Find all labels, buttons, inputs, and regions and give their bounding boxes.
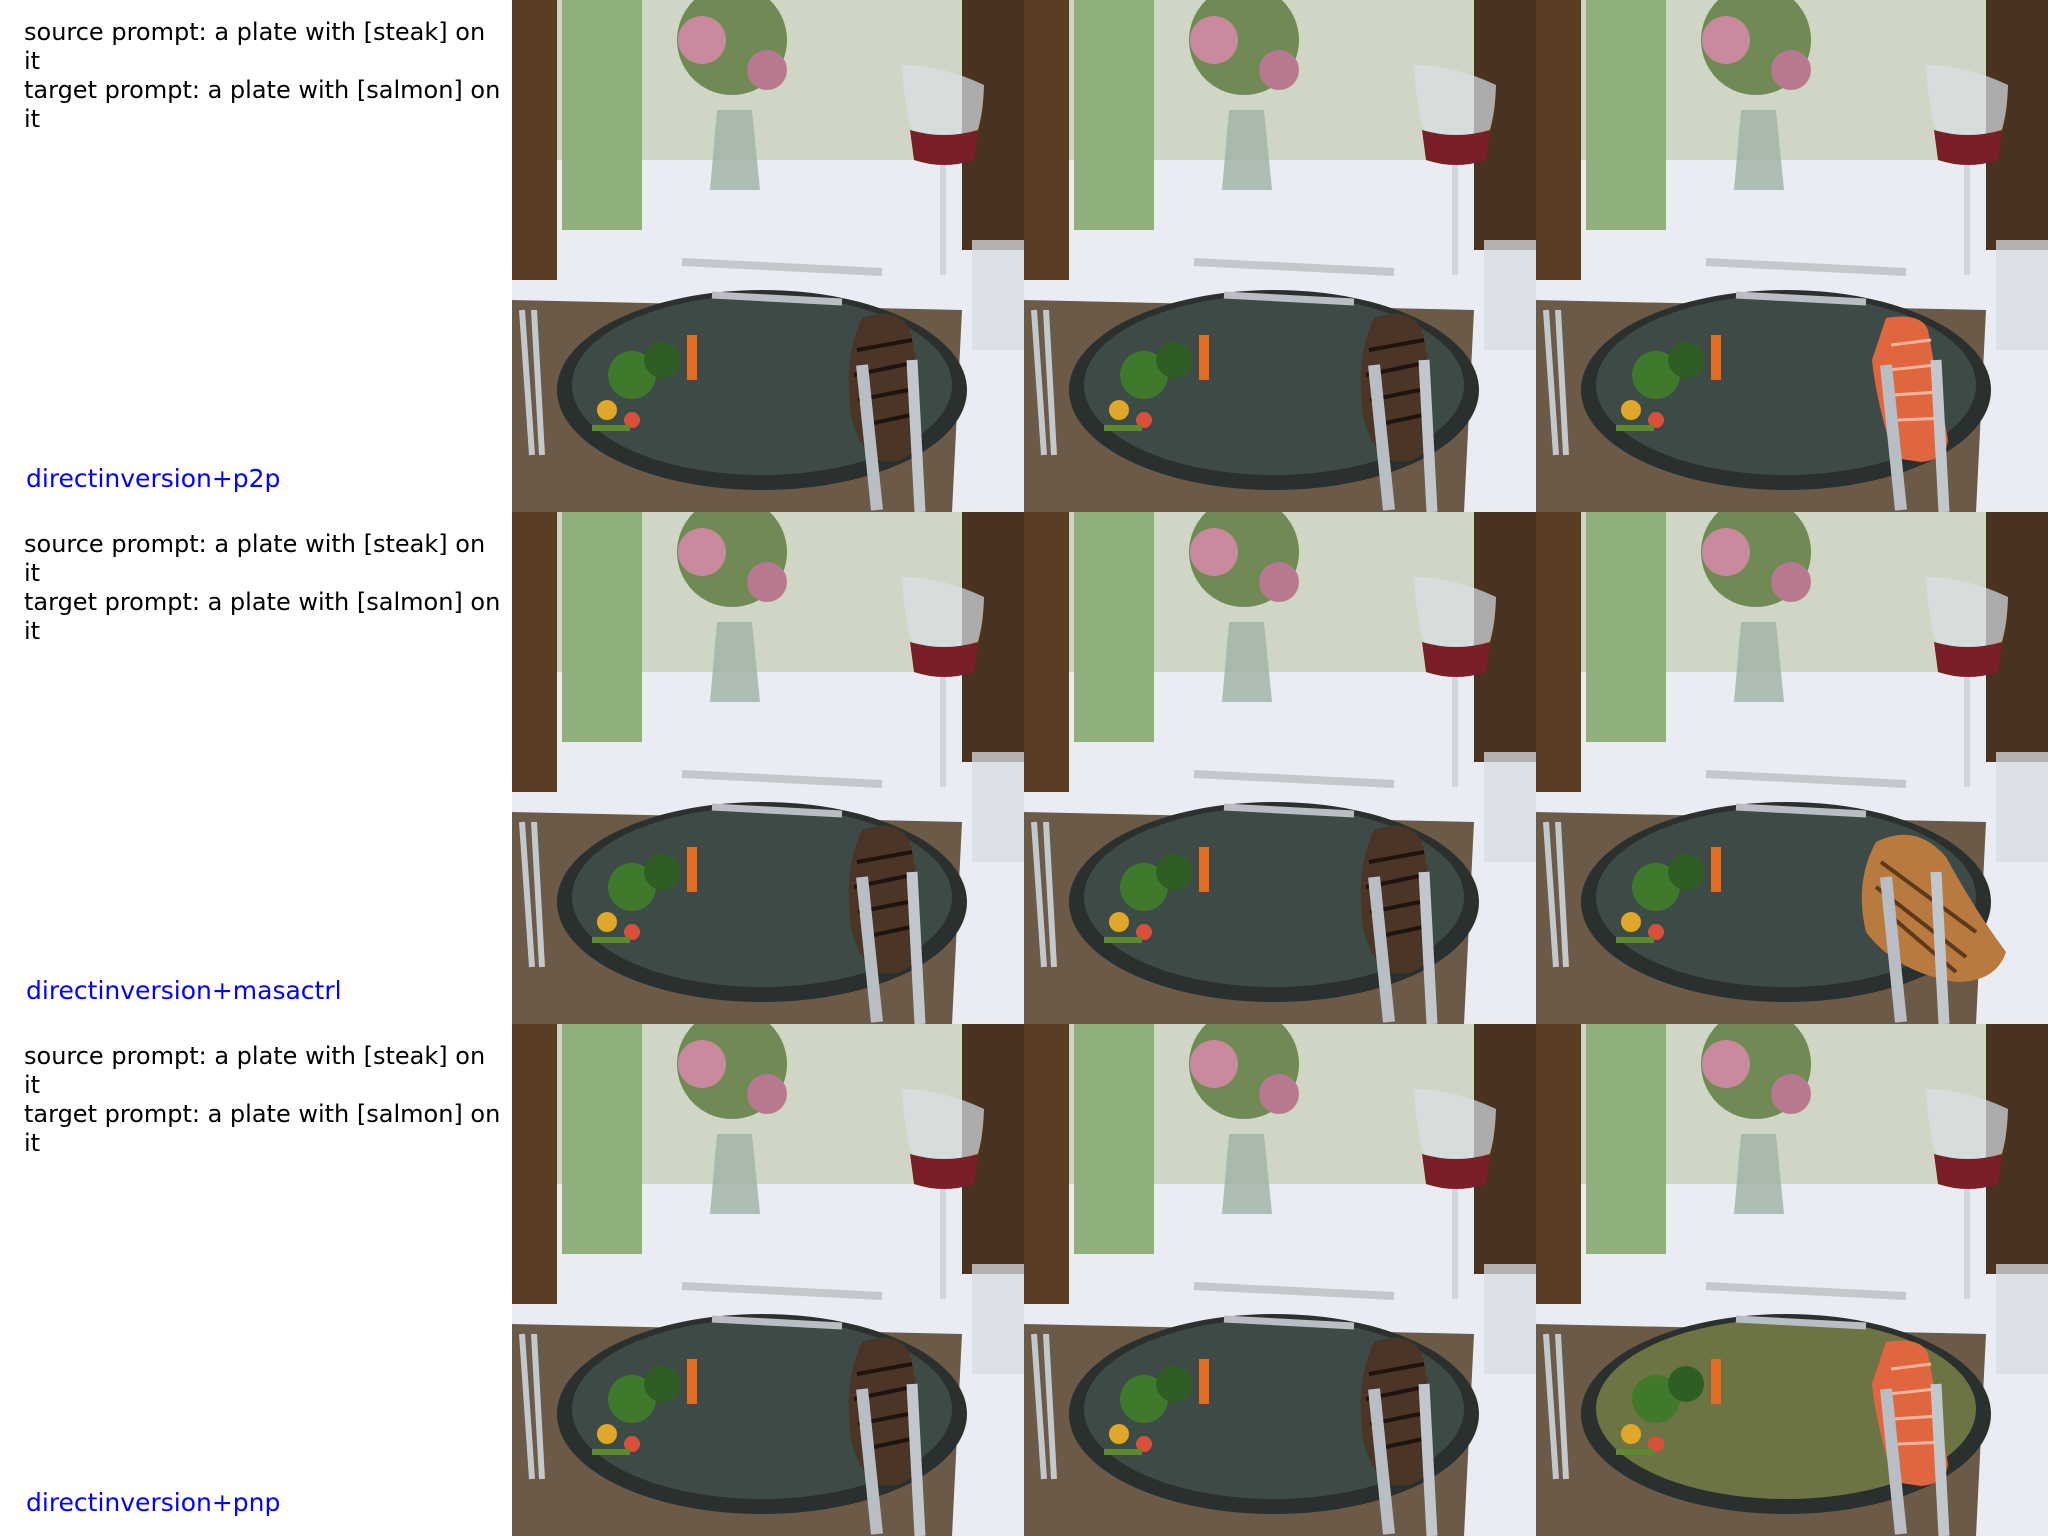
prompt-block: source prompt: a plate with [steak] on i… xyxy=(24,18,508,134)
photo-graphic xyxy=(1536,512,2048,1024)
reconstructed-image xyxy=(1024,1024,1536,1536)
target-prompt: target prompt: a plate with [salmon] on … xyxy=(24,76,501,133)
target-prompt: target prompt: a plate with [salmon] on … xyxy=(24,588,501,645)
photo-graphic xyxy=(512,1024,1024,1536)
photo-graphic xyxy=(1536,0,2048,512)
comparison-grid: source prompt: a plate with [steak] on i… xyxy=(0,0,2048,1536)
reconstructed-image xyxy=(1024,512,1536,1024)
source-image xyxy=(512,1024,1024,1536)
photo-graphic xyxy=(512,512,1024,1024)
source-prompt: source prompt: a plate with [steak] on i… xyxy=(24,18,486,75)
target-prompt: target prompt: a plate with [salmon] on … xyxy=(24,1100,501,1157)
source-image xyxy=(512,0,1024,512)
method-label: directinversion+pnp xyxy=(26,1488,281,1517)
photo-graphic xyxy=(512,0,1024,512)
photo-graphic xyxy=(1536,1024,2048,1536)
prompt-block: source prompt: a plate with [steak] on i… xyxy=(24,1042,508,1158)
photo-graphic xyxy=(1024,1024,1536,1536)
caption-cell: source prompt: a plate with [steak] on i… xyxy=(0,1024,512,1536)
source-prompt: source prompt: a plate with [steak] on i… xyxy=(24,1042,486,1099)
edited-image xyxy=(1536,512,2048,1024)
method-label: directinversion+p2p xyxy=(26,464,281,493)
edited-image xyxy=(1536,1024,2048,1536)
prompt-block: source prompt: a plate with [steak] on i… xyxy=(24,530,508,646)
photo-graphic xyxy=(1024,512,1536,1024)
edited-image xyxy=(1536,0,2048,512)
grid-row: source prompt: a plate with [steak] on i… xyxy=(0,1024,2048,1536)
grid-row: source prompt: a plate with [steak] on i… xyxy=(0,512,2048,1024)
reconstructed-image xyxy=(1024,0,1536,512)
caption-cell: source prompt: a plate with [steak] on i… xyxy=(0,0,512,512)
caption-cell: source prompt: a plate with [steak] on i… xyxy=(0,512,512,1024)
grid-row: source prompt: a plate with [steak] on i… xyxy=(0,0,2048,512)
photo-graphic xyxy=(1024,0,1536,512)
source-prompt: source prompt: a plate with [steak] on i… xyxy=(24,530,486,587)
source-image xyxy=(512,512,1024,1024)
method-label: directinversion+masactrl xyxy=(26,976,342,1005)
